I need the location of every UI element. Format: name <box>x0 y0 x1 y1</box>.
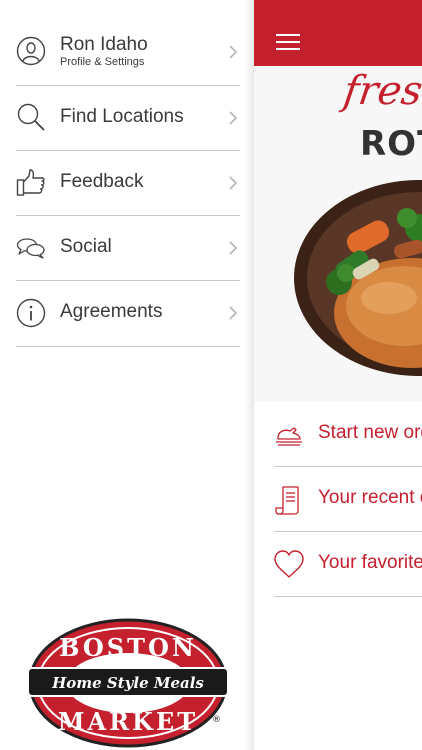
turkey-icon <box>276 427 302 446</box>
menu-item-label: Find Locations <box>60 106 184 127</box>
logo-registered-mark: ® <box>212 715 221 725</box>
start-new-order-button[interactable]: Start new order <box>274 402 422 467</box>
chevron-right-icon <box>229 111 238 125</box>
profile-name: Ron Idaho <box>60 34 148 55</box>
menu-item-label: Agreements <box>60 301 163 322</box>
favorites-label: Your favorites <box>318 552 422 573</box>
hamburger-menu-icon[interactable] <box>276 34 300 50</box>
search-icon <box>17 103 45 131</box>
menu-item-find-locations[interactable]: Find Locations <box>16 86 240 151</box>
main-panel: fresh ROTI Start new order <box>254 0 422 750</box>
menu-item-label: Feedback <box>60 171 144 192</box>
meal-plate-image <box>294 180 422 376</box>
boston-market-logo: BOSTON Home Style Meals MARKET ® <box>27 618 229 748</box>
thumbs-up-icon <box>16 169 45 196</box>
hero-headline-script: fresh <box>340 68 422 114</box>
chevron-right-icon <box>229 306 238 320</box>
side-menu: Ron Idaho Profile & Settings Find Locati… <box>0 0 254 750</box>
info-icon <box>16 298 46 328</box>
recent-orders-button[interactable]: Your recent orders <box>274 467 422 532</box>
person-icon <box>16 36 46 66</box>
menu-item-label: Social <box>60 236 112 257</box>
menu-item-profile[interactable]: Ron Idaho Profile & Settings <box>16 20 240 86</box>
chevron-right-icon <box>229 241 238 255</box>
chevron-right-icon <box>229 176 238 190</box>
menu-item-social[interactable]: Social <box>16 216 240 281</box>
menu-item-agreements[interactable]: Agreements <box>16 281 240 347</box>
start-new-order-label: Start new order <box>318 422 422 443</box>
heart-icon <box>274 550 304 578</box>
favorites-button[interactable]: Your favorites <box>274 532 422 597</box>
recent-orders-label: Your recent orders <box>318 487 422 508</box>
hero-headline-bold: ROTI <box>360 124 422 164</box>
logo-banner-text: Home Style Meals <box>51 674 204 692</box>
hero-banner: fresh ROTI <box>254 66 422 402</box>
logo-bottom-text: MARKET <box>58 707 198 736</box>
receipt-icon <box>275 486 299 515</box>
chevron-right-icon <box>229 45 238 59</box>
chat-bubbles-icon <box>16 238 45 259</box>
profile-subtitle: Profile & Settings <box>60 56 145 68</box>
top-bar <box>254 0 422 66</box>
logo-top-text: BOSTON <box>59 633 197 662</box>
menu-item-feedback[interactable]: Feedback <box>16 151 240 216</box>
